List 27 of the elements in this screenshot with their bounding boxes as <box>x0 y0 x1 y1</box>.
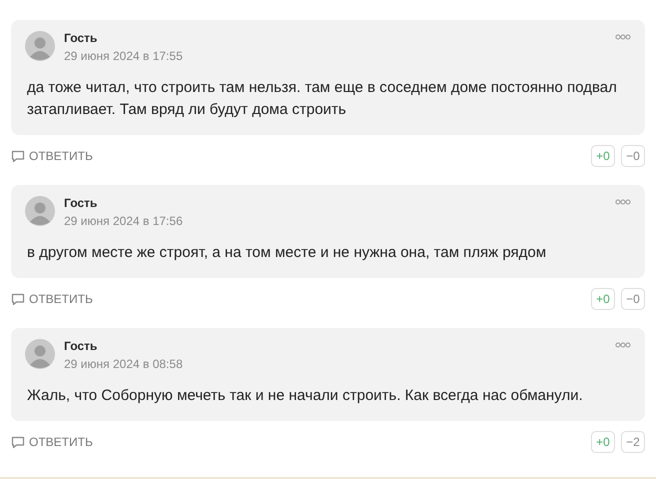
upvote-button[interactable]: +0 <box>591 145 615 167</box>
comment-date: 29 июня 2024 в 17:55 <box>64 49 183 63</box>
comment-date: 29 июня 2024 в 17:56 <box>64 214 183 228</box>
upvote-button[interactable]: +0 <box>591 431 615 453</box>
speech-bubble-icon <box>11 436 25 448</box>
avatar-icon <box>25 339 55 369</box>
avatar-icon <box>25 31 55 61</box>
more-icon[interactable] <box>615 199 631 205</box>
speech-bubble-icon <box>11 292 25 306</box>
comment-date: 29 июня 2024 в 08:58 <box>64 357 183 371</box>
avatar-icon <box>25 196 55 226</box>
more-icon[interactable] <box>615 34 631 40</box>
downvote-button[interactable]: −2 <box>621 431 645 453</box>
author-name: Гость <box>64 339 98 353</box>
more-icon[interactable] <box>615 342 631 348</box>
comment-text: да тоже читал, что строить там нельзя. там еще в соседнем доме постоянно подвал затапливает. Там вряд ли будут дома строить <box>27 78 617 120</box>
speech-bubble-icon <box>11 150 25 162</box>
downvote-button[interactable]: −0 <box>621 145 645 167</box>
author-name: Гость <box>64 196 98 210</box>
upvote-button[interactable]: +0 <box>591 288 615 310</box>
comment-text: Жаль, что Соборную мечеть так и не начали строить. Как всегда нас обманули. <box>27 386 584 406</box>
downvote-button[interactable]: −0 <box>621 288 645 310</box>
reply-link[interactable]: ОТВЕТИТЬ <box>11 292 93 306</box>
reply-link[interactable]: ОТВЕТИТЬ <box>11 435 93 449</box>
comment-text: в другом месте же строят, а на том месте и не нужна она, там пляж рядом <box>27 243 548 263</box>
author-name: Гость <box>64 31 98 45</box>
reply-link[interactable]: ОТВЕТИТЬ <box>11 149 93 163</box>
